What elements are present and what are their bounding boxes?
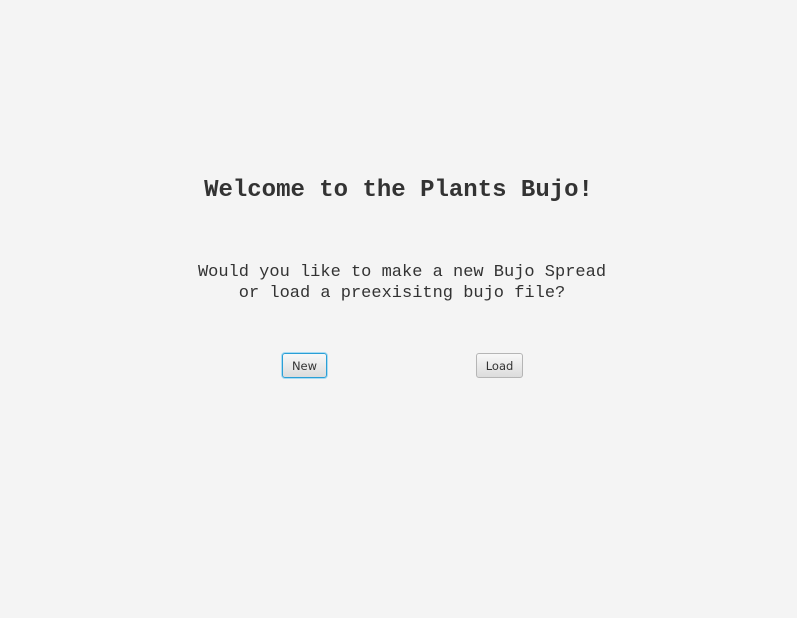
- new-button[interactable]: New: [282, 353, 327, 378]
- welcome-title: Welcome to the Plants Bujo!: [204, 177, 593, 204]
- load-button[interactable]: Load: [476, 353, 523, 378]
- prompt-line-2: or load a preexisitng bujo file?: [238, 284, 566, 303]
- prompt-message: Would you like to make a new Bujo Spread…: [0, 262, 797, 304]
- prompt-line-1: Would you like to make a new Bujo Spread: [197, 263, 607, 282]
